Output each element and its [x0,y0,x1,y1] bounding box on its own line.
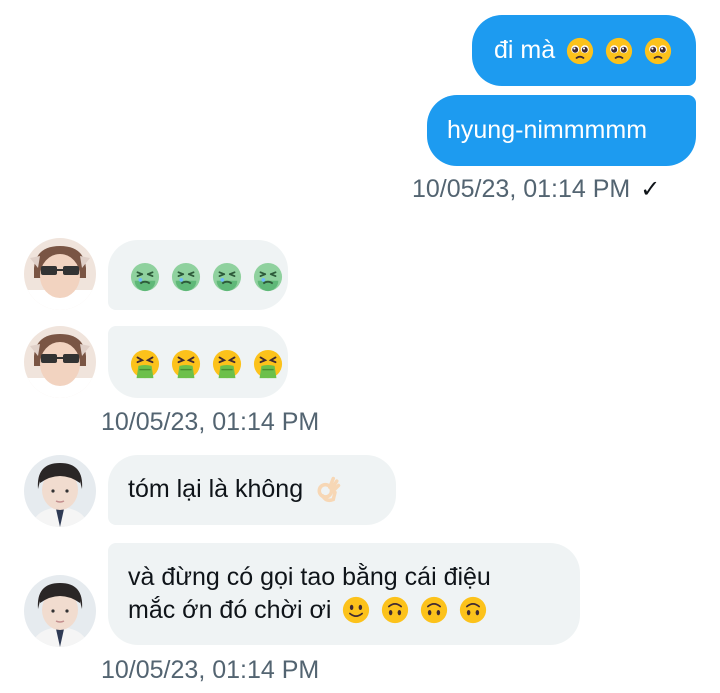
message-text: hyung-nimmmmm [447,116,648,144]
pleading-face-icon [566,38,594,65]
nauseated-face-icon [212,262,241,291]
ok-hand-icon [317,476,341,503]
nauseated-face-icon [171,262,201,291]
avatar[interactable] [24,238,96,310]
timestamp-text: 10/05/23, 01:14 PM [101,656,320,684]
avatar[interactable] [24,326,96,398]
incoming-message-bubble[interactable] [108,240,288,310]
timestamp-text: 10/05/23, 01:14 PM [101,408,320,436]
avatar[interactable] [24,455,96,527]
vomiting-face-icon [253,349,282,378]
message-text: tóm lại là không [128,475,304,503]
nauseated-face-icon [130,262,160,291]
pleading-face-icon [605,38,633,65]
checkmark-icon: ✓ [640,176,661,203]
emoji-group [130,345,287,379]
incoming-message-bubble[interactable]: và đừng có gọi tao bằng cái điệu mắc ớn … [108,543,580,645]
avatar-image [24,326,96,398]
message-text: mắc ớn đó chời ơi [128,596,332,624]
incoming-message-bubble[interactable]: tóm lại là không [108,455,396,525]
outgoing-message-bubble[interactable]: hyung-nimmmmm [427,95,696,166]
avatar-image [24,238,96,310]
upside-down-face-icon [421,596,448,624]
timestamp-text: 10/05/23, 01:14 PM [412,175,631,203]
message-text: đi mà [494,36,556,64]
message-timestamp: 10/05/23, 01:14 PM [101,656,319,685]
avatar[interactable] [24,575,96,647]
avatar-image [24,455,96,527]
vomiting-face-icon [171,349,201,378]
pleading-face-icon [644,38,672,65]
message-timestamp: 10/05/23, 01:14 PM ✓ [412,175,660,204]
message-timestamp: 10/05/23, 01:14 PM [101,408,319,437]
vomiting-face-icon [130,349,160,378]
emoji-group [130,258,287,292]
message-text-line: và đừng có gọi tao bằng cái điệu [128,563,491,591]
upside-down-face-icon [460,596,487,624]
nauseated-face-icon [253,262,282,291]
outgoing-message-bubble[interactable]: đi mà [472,15,696,86]
vomiting-face-icon [212,349,241,378]
upside-down-face-icon [382,596,409,624]
slightly-smiling-face-icon [343,596,370,624]
incoming-message-bubble[interactable] [108,326,288,398]
emoji-group [562,34,672,68]
message-text-line: mắc ớn đó chời ơi [128,593,580,626]
avatar-image [24,575,96,647]
